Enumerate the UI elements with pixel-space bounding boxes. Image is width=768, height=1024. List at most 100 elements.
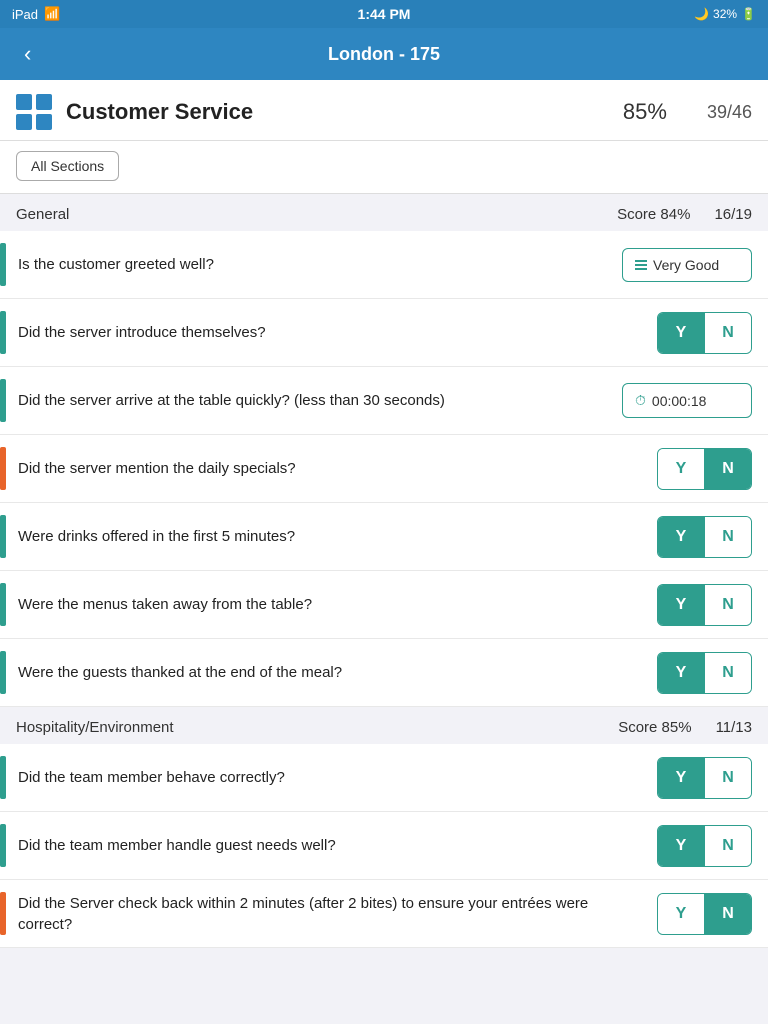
nav-title: London - 175 xyxy=(328,44,440,65)
question-bar-0-1 xyxy=(0,311,6,354)
question-bar-0-3 xyxy=(0,447,6,490)
question-row-0-0: Is the customer greeted well? Very Good xyxy=(0,231,768,299)
answer-area-0-5: YN xyxy=(657,584,752,626)
answer-area-1-0: YN xyxy=(657,757,752,799)
status-left: iPad 📶 xyxy=(12,6,60,22)
yn-group-0-3: YN xyxy=(657,448,752,490)
dropdown-answer-0-0[interactable]: Very Good xyxy=(622,248,752,282)
question-text-0-5: Were the menus taken away from the table… xyxy=(18,594,657,615)
question-bar-1-0 xyxy=(0,756,6,799)
sections-bar: All Sections xyxy=(0,141,768,194)
question-text-1-0: Did the team member behave correctly? xyxy=(18,767,657,788)
status-right: 🌙 32% 🔋 xyxy=(694,7,756,21)
y-button-0-3[interactable]: Y xyxy=(658,449,704,489)
y-button-1-2[interactable]: Y xyxy=(658,894,704,934)
all-sections-button[interactable]: All Sections xyxy=(16,151,119,181)
header-title: Customer Service xyxy=(66,99,623,125)
question-text-0-0: Is the customer greeted well? xyxy=(18,254,622,275)
grid-icon xyxy=(16,94,52,130)
question-text-0-1: Did the server introduce themselves? xyxy=(18,322,657,343)
dropdown-lines-icon-0-0 xyxy=(635,260,647,270)
section-header-1: Hospitality/Environment Score 85% 11/13 xyxy=(0,707,768,744)
answer-area-0-6: YN xyxy=(657,652,752,694)
question-row-0-4: Were drinks offered in the first 5 minut… xyxy=(0,503,768,571)
section-score-1: Score 85% xyxy=(618,719,691,736)
section-fraction-1: 11/13 xyxy=(716,719,752,736)
wifi-icon: 📶 xyxy=(44,6,60,22)
question-bar-0-0 xyxy=(0,243,6,286)
answer-area-0-1: YN xyxy=(657,312,752,354)
grid-cell-3 xyxy=(16,114,32,130)
header-count: 39/46 xyxy=(707,102,752,123)
dropdown-value-0-0: Very Good xyxy=(653,257,719,273)
question-text-0-6: Were the guests thanked at the end of th… xyxy=(18,662,657,683)
answer-area-0-2: ⏱00:00:18 xyxy=(622,383,752,418)
status-ipad-label: iPad xyxy=(12,7,38,22)
header-score: 85% xyxy=(623,99,667,125)
yn-group-0-4: YN xyxy=(657,516,752,558)
status-time: 1:44 PM xyxy=(358,6,411,22)
y-button-0-5[interactable]: Y xyxy=(658,585,704,625)
status-bar: iPad 📶 1:44 PM 🌙 32% 🔋 xyxy=(0,0,768,28)
content: General Score 84% 16/19 Is the customer … xyxy=(0,194,768,948)
question-row-0-1: Did the server introduce themselves?YN xyxy=(0,299,768,367)
question-text-0-3: Did the server mention the daily special… xyxy=(18,458,657,479)
question-text-0-2: Did the server arrive at the table quick… xyxy=(18,390,622,411)
question-row-1-1: Did the team member handle guest needs w… xyxy=(0,812,768,880)
y-button-1-0[interactable]: Y xyxy=(658,758,704,798)
y-button-0-1[interactable]: Y xyxy=(658,313,704,353)
question-row-0-3: Did the server mention the daily special… xyxy=(0,435,768,503)
grid-cell-2 xyxy=(36,94,52,110)
n-button-0-3[interactable]: N xyxy=(705,449,751,489)
battery-icon: 🔋 xyxy=(741,7,756,21)
question-row-0-6: Were the guests thanked at the end of th… xyxy=(0,639,768,707)
answer-area-1-2: YN xyxy=(657,893,752,935)
question-row-1-0: Did the team member behave correctly?YN xyxy=(0,744,768,812)
n-button-1-1[interactable]: N xyxy=(705,826,751,866)
yn-group-0-6: YN xyxy=(657,652,752,694)
section-header-0: General Score 84% 16/19 xyxy=(0,194,768,231)
back-button[interactable]: ‹ xyxy=(16,37,39,71)
question-bar-0-5 xyxy=(0,583,6,626)
question-row-0-2: Did the server arrive at the table quick… xyxy=(0,367,768,435)
section-meta-1: Score 85% 11/13 xyxy=(618,719,752,736)
timer-answer-0-2[interactable]: ⏱00:00:18 xyxy=(622,383,752,418)
yn-group-1-1: YN xyxy=(657,825,752,867)
y-button-1-1[interactable]: Y xyxy=(658,826,704,866)
n-button-1-0[interactable]: N xyxy=(705,758,751,798)
question-bar-0-2 xyxy=(0,379,6,422)
n-button-0-6[interactable]: N xyxy=(705,653,751,693)
header-section: Customer Service 85% 39/46 xyxy=(0,80,768,141)
answer-area-0-4: YN xyxy=(657,516,752,558)
question-text-1-2: Did the Server check back within 2 minut… xyxy=(18,893,657,935)
yn-group-0-5: YN xyxy=(657,584,752,626)
section-meta-0: Score 84% 16/19 xyxy=(617,206,752,223)
timer-icon-0-2: ⏱ xyxy=(635,392,646,409)
grid-cell-1 xyxy=(16,94,32,110)
moon-icon: 🌙 xyxy=(694,7,709,21)
question-bar-1-1 xyxy=(0,824,6,867)
section-name-0: General xyxy=(16,206,69,223)
section-name-1: Hospitality/Environment xyxy=(16,719,174,736)
section-score-0: Score 84% xyxy=(617,206,690,223)
n-button-0-1[interactable]: N xyxy=(705,313,751,353)
answer-area-0-3: YN xyxy=(657,448,752,490)
yn-group-1-0: YN xyxy=(657,757,752,799)
question-row-1-2: Did the Server check back within 2 minut… xyxy=(0,880,768,948)
question-bar-0-4 xyxy=(0,515,6,558)
n-button-1-2[interactable]: N xyxy=(705,894,751,934)
y-button-0-4[interactable]: Y xyxy=(658,517,704,557)
question-bar-1-2 xyxy=(0,892,6,935)
question-text-0-4: Were drinks offered in the first 5 minut… xyxy=(18,526,657,547)
n-button-0-5[interactable]: N xyxy=(705,585,751,625)
y-button-0-6[interactable]: Y xyxy=(658,653,704,693)
question-row-0-5: Were the menus taken away from the table… xyxy=(0,571,768,639)
battery-label: 32% xyxy=(713,7,737,21)
grid-cell-4 xyxy=(36,114,52,130)
answer-area-0-0: Very Good xyxy=(622,248,752,282)
yn-group-0-1: YN xyxy=(657,312,752,354)
answer-area-1-1: YN xyxy=(657,825,752,867)
question-text-1-1: Did the team member handle guest needs w… xyxy=(18,835,657,856)
yn-group-1-2: YN xyxy=(657,893,752,935)
n-button-0-4[interactable]: N xyxy=(705,517,751,557)
